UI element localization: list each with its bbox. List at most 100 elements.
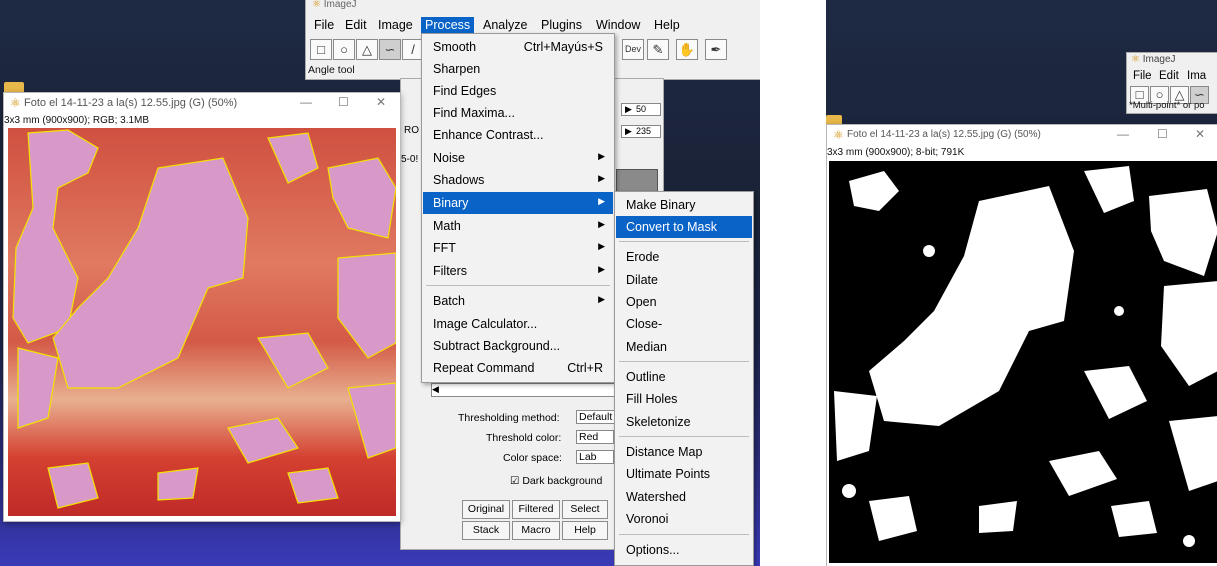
menu-item-sharpen[interactable]: Sharpen [423,58,613,80]
menu-item-voronoi[interactable]: Voronoi [616,508,752,530]
freehand-tool-icon[interactable]: ∽ [379,39,401,60]
menu-item-distance-map[interactable]: Distance Map [616,441,752,463]
maximize-icon[interactable]: ☐ [1157,127,1168,141]
menu-item-dilate[interactable]: Dilate [616,269,752,291]
method-label: Thresholding method: [458,412,560,424]
menu-item-open[interactable]: Open [616,291,752,313]
help-button[interactable]: Help [562,521,608,540]
menu-item-skeletonize[interactable]: Skeletonize [616,411,752,433]
dev-tool-icon[interactable]: Dev [622,39,644,60]
menu-item-binary[interactable]: Binary ▶ [423,192,613,214]
space-label: Color space: [503,452,562,464]
menu-item-watershed[interactable]: Watershed [616,486,752,508]
submenu-arrow-icon: ▶ [598,241,605,251]
menu-item-fill-holes[interactable]: Fill Holes [616,388,752,410]
menu-item-noise[interactable]: Noise ▶ [423,147,613,169]
h-scrollbar[interactable]: ◀ [431,383,633,397]
menu-item-repeat-command[interactable]: Repeat Command Ctrl+R [423,357,613,379]
menu-plugins[interactable]: Plugins [537,17,586,33]
hand-tool-icon[interactable]: ✋ [676,39,698,60]
menu-item-convert-to-mask[interactable]: Convert to Mask [616,216,752,238]
submenu-arrow-icon: ▶ [598,173,605,183]
right-screenshot-panel: ⚛ ImageJ File Edit Ima □ ○ △ ∽ *Multi-po… [826,0,1217,566]
imagej-logo-icon: ⚛ [1131,54,1140,65]
slider2[interactable]: ▶ 235 [621,125,661,138]
menu-item-ultimate-points[interactable]: Ultimate Points [616,463,752,485]
imagej-main-window: ⚛ ImageJ File Edit Ima □ ○ △ ∽ *Multi-po… [1126,52,1217,114]
menu-analyze[interactable]: Analyze [479,17,531,33]
minimize-icon[interactable]: — [1117,127,1129,141]
menu-separator [619,241,749,242]
submenu-arrow-icon: ▶ [598,294,605,304]
menu-separator [619,436,749,437]
rectangle-tool-icon[interactable]: □ [310,39,332,60]
submenu-arrow-icon: ▶ [598,196,605,206]
menu-item-shadows[interactable]: Shadows ▶ [423,169,613,191]
imagej-logo-icon: ⚛ [10,96,21,110]
dark-bg-checkbox[interactable]: ☑ Dark background [510,475,602,487]
mask-image-canvas [829,161,1217,563]
image-window-title: Foto el 14-11-23 a la(s) 12.55.jpg (G) (… [24,97,238,109]
menu-item-median[interactable]: Median [616,336,752,358]
color-label: Threshold color: [486,432,562,444]
image-window-titlebar: ⚛ Foto el 14-11-23 a la(s) 12.55.jpg (G)… [827,125,1217,145]
imagej-title: ⚛ ImageJ [312,0,357,10]
menu-item-find-edges[interactable]: Find Edges [423,80,613,102]
status-bar: Angle tool [308,64,355,76]
menu-item-filters[interactable]: Filters ▶ [423,260,613,282]
menu-item-enhance-contrast[interactable]: Enhance Contrast... [423,124,613,146]
menubar: File Edit Image Process Analyze Plugins … [306,16,760,34]
menu-item-make-binary[interactable]: Make Binary [616,194,752,216]
menu-item-subtract-background[interactable]: Subtract Background... [423,335,613,357]
menu-help[interactable]: Help [650,17,684,33]
menu-item-options[interactable]: Options... [616,539,752,561]
menu-item-close[interactable]: Close- [616,313,752,335]
imagej-title: ⚛ ImageJ [1131,54,1176,65]
oval-tool-icon[interactable]: ○ [333,39,355,60]
menu-item-find-maxima[interactable]: Find Maxima... [423,102,613,124]
original-button[interactable]: Original [462,500,510,519]
menu-process[interactable]: Process [421,17,475,33]
menu-item-outline[interactable]: Outline [616,366,752,388]
menu-item-fft[interactable]: FFT ▶ [423,237,613,259]
image-window-title: Foto el 14-11-23 a la(s) 12.55.jpg (G) (… [847,129,1041,140]
macro-button[interactable]: Macro [512,521,560,540]
maximize-icon[interactable]: ☐ [338,95,349,109]
menu-file[interactable]: File [310,17,338,33]
binary-submenu: Make Binary Convert to Mask Erode Dilate… [614,191,754,566]
close-icon[interactable]: ✕ [376,95,386,109]
filtered-button[interactable]: Filtered [512,500,560,519]
color-select[interactable]: Red [576,430,614,444]
menu-image[interactable]: Image [374,17,417,33]
menu-window[interactable]: Window [592,17,644,33]
menu-separator [619,534,749,535]
pencil-tool-icon[interactable]: ✎ [647,39,669,60]
menu-item-math[interactable]: Math ▶ [423,215,613,237]
menu-image[interactable]: Ima [1183,69,1210,83]
polygon-tool-icon[interactable]: △ [356,39,378,60]
menu-edit[interactable]: Edit [341,17,371,33]
imagej-logo-icon: ⚛ [833,128,844,142]
stack-button[interactable]: Stack [462,521,510,540]
method-select[interactable]: Default [576,410,616,424]
minimize-icon[interactable]: — [300,95,312,109]
process-menu: Smooth Ctrl+Mayús+S Sharpen Find Edges Fi… [421,33,615,383]
menu-item-image-calculator[interactable]: Image Calculator... [423,313,613,335]
select-button[interactable]: Select [562,500,608,519]
space-select[interactable]: Lab [576,450,614,464]
menu-item-smooth[interactable]: Smooth Ctrl+Mayús+S [423,36,613,58]
menu-item-batch[interactable]: Batch ▶ [423,290,613,312]
menu-item-erode[interactable]: Erode [616,246,752,268]
image-info: 3x3 mm (900x900); 8-bit; 791K [827,147,965,158]
menu-edit[interactable]: Edit [1155,69,1183,83]
menu-file[interactable]: File [1129,69,1156,83]
imagej-logo-icon: ⚛ [312,0,321,10]
image-window-titlebar: ⚛ Foto el 14-11-23 a la(s) 12.55.jpg (G)… [4,93,400,113]
submenu-arrow-icon: ▶ [598,151,605,161]
image-window-rgb: ⚛ Foto el 14-11-23 a la(s) 12.55.jpg (G)… [3,92,401,522]
close-icon[interactable]: ✕ [1195,127,1205,141]
left-screenshot-panel: ⚛ ImageJ File Edit Image Process Analyze… [0,0,760,566]
slider1[interactable]: ▶ 50 [621,103,661,116]
menu-separator [426,285,610,286]
dropper-tool-icon[interactable]: ✒ [705,39,727,60]
